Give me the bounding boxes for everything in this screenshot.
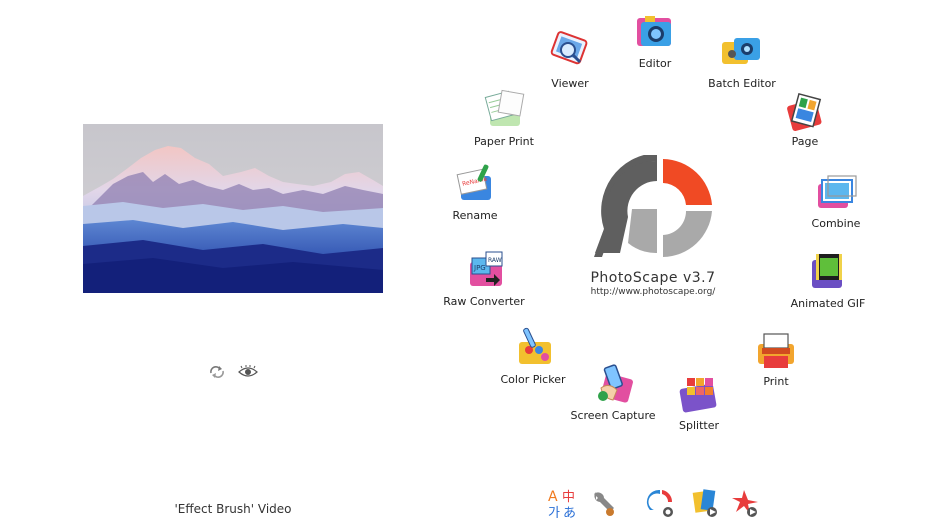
brand-block: PhotoScape v3.7 http://www.photoscape.or… (560, 270, 746, 297)
page-icon (787, 92, 822, 131)
preview-image (83, 124, 383, 293)
color-picker-icon (519, 327, 551, 364)
language-icon[interactable]: A 中 가 あ (548, 488, 578, 521)
paper-print-launcher[interactable]: Paper Print (454, 88, 554, 148)
editor-icon (637, 16, 671, 46)
svg-text:あ: あ (563, 506, 576, 518)
photoscape-x-icon[interactable] (730, 488, 760, 518)
website-link[interactable]: http://www.photoscape.org/ (560, 287, 746, 297)
splitter-label: Splitter (679, 419, 719, 432)
paper-print-label: Paper Print (474, 135, 534, 148)
rename-launcher[interactable]: ReName Rename (425, 162, 525, 222)
animated-gif-launcher[interactable]: Animated GIF (778, 250, 878, 310)
page-launcher[interactable]: Page (755, 88, 855, 148)
page-label: Page (791, 135, 819, 148)
raw-converter-launcher[interactable]: JPG RAW Raw Converter (434, 248, 534, 308)
animated-gif-label: Animated GIF (790, 297, 866, 310)
paper-print-icon (484, 89, 525, 126)
viewer-icon (550, 31, 588, 65)
refresh-icon[interactable] (208, 364, 226, 380)
batch-editor-icon (722, 38, 760, 64)
combine-launcher[interactable]: Combine (786, 170, 886, 230)
svg-text:JPG: JPG (473, 264, 486, 272)
color-picker-launcher[interactable]: Color Picker (483, 326, 583, 386)
combine-label: Combine (811, 217, 861, 230)
app-title: PhotoScape v3.7 (590, 270, 716, 286)
photoscape-logo (590, 153, 716, 261)
svg-text:A: A (548, 489, 558, 505)
slideshow-icon[interactable] (690, 488, 720, 518)
raw-converter-icon: JPG RAW (470, 251, 503, 286)
svg-text:가: 가 (548, 506, 560, 518)
eye-icon[interactable] (238, 364, 258, 380)
screen-capture-label: Screen Capture (570, 409, 656, 422)
rename-icon: ReName (456, 164, 491, 200)
effect-brush-video-link[interactable]: 'Effect Brush' Video (150, 502, 316, 516)
animated-gif-icon (812, 254, 842, 288)
color-picker-label: Color Picker (500, 373, 566, 386)
screen-capture-icon (598, 364, 633, 403)
splitter-icon (679, 378, 717, 413)
svg-text:中: 中 (562, 490, 575, 505)
svg-text:RAW: RAW (488, 257, 502, 264)
combine-icon (818, 175, 857, 208)
photoscape-update-icon[interactable] (646, 488, 676, 518)
tools-icon[interactable] (590, 488, 620, 518)
rename-label: Rename (452, 209, 498, 222)
batch-editor-launcher[interactable]: Batch Editor (692, 30, 792, 90)
print-icon (758, 333, 794, 368)
editor-label: Editor (638, 57, 672, 70)
raw-converter-label: Raw Converter (443, 295, 525, 308)
mountain-photo (83, 124, 383, 293)
editor-launcher[interactable]: Editor (605, 10, 705, 70)
splitter-launcher[interactable]: Splitter (649, 372, 749, 432)
